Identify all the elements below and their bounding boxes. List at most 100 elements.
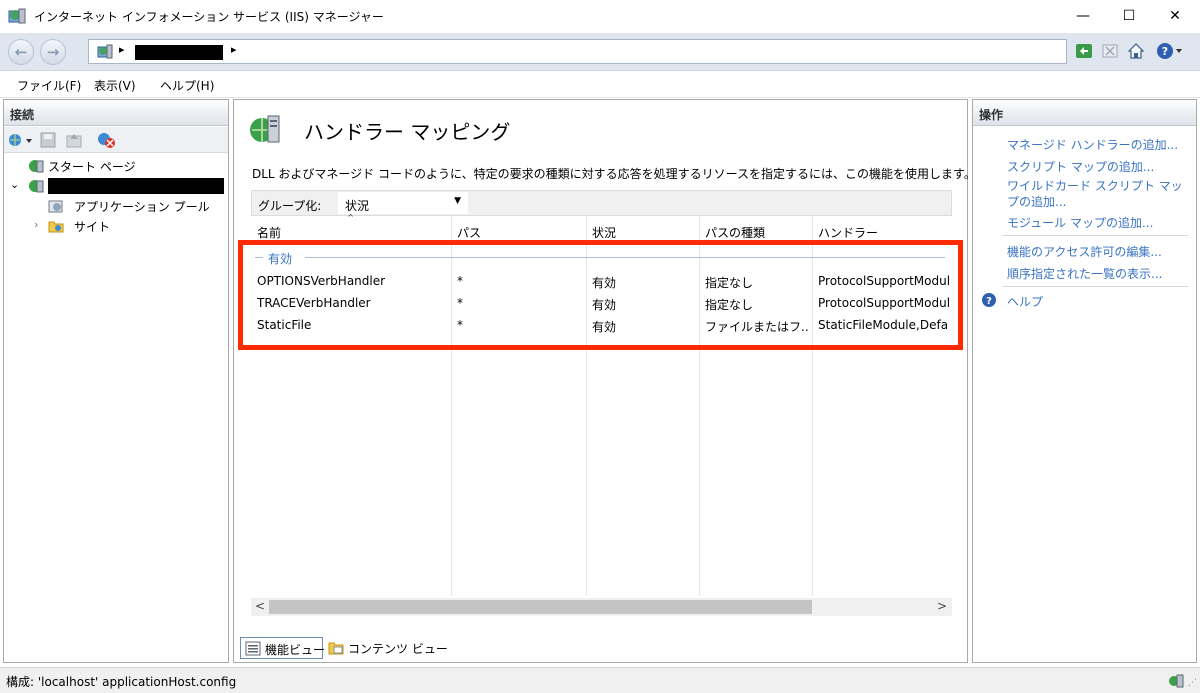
handler-mappings-icon (250, 115, 280, 143)
cell-handler: StaticFileModule,DefaultDocumentModule (818, 318, 949, 332)
column-header-handler[interactable]: ハンドラー (812, 216, 952, 244)
up-level-icon[interactable] (66, 132, 82, 148)
column-header-path[interactable]: パス (451, 216, 586, 244)
group-by-bar: グループ化: 状況 ▼ (251, 190, 952, 216)
maximize-button[interactable]: ☐ (1106, 0, 1152, 32)
chevron-right-icon[interactable]: › (34, 218, 38, 231)
feature-pane: ハンドラー マッピング DLL およびマネージド コードのように、特定の要求の種… (233, 99, 976, 663)
tab-label: コンテンツ ビュー (348, 642, 448, 656)
iis-manager-icon (8, 8, 26, 24)
minimize-button[interactable]: — (1060, 0, 1106, 32)
tree-item-label: スタート ページ (48, 160, 136, 174)
window-title: インターネット インフォメーション サービス (IIS) マネージャー (34, 10, 384, 24)
divider (1003, 235, 1188, 236)
refresh-icon[interactable] (1074, 41, 1094, 61)
connect-globe-icon[interactable] (7, 132, 35, 148)
table-row[interactable]: TRACEVerbHandler * 有効 指定なし ProtocolSuppo… (251, 293, 952, 315)
cell-path-type: 指定なし (705, 298, 754, 312)
cell-path-type: ファイルまたはフ... (705, 320, 808, 334)
cell-name: TRACEVerbHandler (257, 296, 371, 310)
cell-path: * (457, 318, 463, 332)
feature-description: DLL およびマネージド コードのように、特定の要求の種類に対する応答を処理する… (252, 167, 976, 181)
action-add-script-map[interactable]: スクリプト マップの追加... (1007, 158, 1154, 175)
table-row[interactable]: OPTIONSVerbHandler * 有効 指定なし ProtocolSup… (251, 271, 952, 293)
close-button[interactable]: ✕ (1152, 0, 1198, 32)
status-bar: 構成: 'localhost' applicationHost.config ⋰ (0, 667, 1200, 693)
disconnect-icon[interactable] (96, 131, 118, 149)
cell-path-type: 指定なし (705, 276, 754, 290)
action-add-wildcard-script-map[interactable]: ワイルドカード スクリプト マップの追加... (1007, 178, 1192, 210)
connections-toolbar (4, 127, 228, 153)
title-bar: インターネット インフォメーション サービス (IIS) マネージャー — ☐ … (0, 0, 1200, 33)
redacted-server-name (48, 178, 224, 194)
address-breadcrumb[interactable]: ▸ ▸ (88, 39, 1067, 64)
cell-handler: ProtocolSupportModule (818, 296, 949, 310)
action-edit-feature-permissions[interactable]: 機能のアクセス許可の編集... (1007, 243, 1162, 260)
action-add-module-mapping[interactable]: モジュール マップの追加... (1007, 214, 1153, 231)
cell-name: StaticFile (257, 318, 312, 332)
sort-ascending-icon: ⌃ (346, 212, 356, 225)
menu-file[interactable]: ファイル(F) (17, 77, 81, 94)
column-header-path-type[interactable]: パスの種類 (699, 216, 812, 244)
server-status-icon (1169, 674, 1184, 688)
chevron-down-icon[interactable]: ⌄ (10, 178, 19, 191)
cell-path: * (457, 274, 463, 288)
iis-manager-icon (97, 44, 113, 59)
help-dropdown-icon[interactable]: ? (1156, 41, 1184, 61)
scrollbar-thumb[interactable] (269, 600, 812, 614)
handler-mappings-grid: 名前 ⌃ パス 状況 パスの種類 ハンドラー 有効 OPTIONSVerbHan… (251, 212, 952, 626)
cell-handler: ProtocolSupportModule (818, 274, 949, 288)
cell-path: * (457, 296, 463, 310)
breadcrumb-arrow-icon[interactable]: ▸ (119, 43, 125, 56)
breadcrumb-arrow-icon[interactable]: ▸ (231, 43, 237, 56)
help-icon[interactable]: ? (981, 292, 997, 308)
menu-bar: ファイル(F) 表示(V) ヘルプ(H) (0, 72, 1200, 98)
content-view-icon (328, 642, 344, 655)
address-bar: ← → ▸ ▸ ? (0, 33, 1200, 71)
tree-item-label: サイト (74, 220, 111, 234)
actions-pane: 操作 マネージド ハンドラーの追加... スクリプト マップの追加... ワイル… (972, 99, 1197, 663)
tab-label: 機能ビュー (265, 643, 326, 657)
cell-state: 有効 (592, 320, 617, 334)
status-text: 構成: 'localhost' applicationHost.config (6, 675, 237, 689)
group-header-label: 有効 (265, 250, 296, 267)
group-by-select[interactable]: 状況 ▼ (338, 192, 468, 214)
cell-name: OPTIONSVerbHandler (257, 274, 386, 288)
connections-header: 接続 (4, 100, 228, 126)
cell-state: 有効 (592, 276, 617, 290)
svg-text:?: ? (1162, 45, 1168, 58)
home-icon[interactable] (1126, 41, 1146, 61)
back-arrow-icon[interactable]: ← (8, 39, 34, 65)
group-header-enabled: 有効 (255, 250, 945, 267)
dropdown-arrow-icon: ▼ (454, 196, 461, 206)
action-help[interactable]: ヘルプ (1007, 293, 1043, 310)
tab-content-view[interactable]: コンテンツ ビュー (324, 637, 448, 659)
menu-help[interactable]: ヘルプ(H) (160, 77, 214, 94)
tab-features-view[interactable]: 機能ビュー (240, 637, 326, 659)
horizontal-scrollbar[interactable]: < > (251, 598, 952, 616)
tree-item-label: アプリケーション プール (74, 200, 210, 214)
stop-icon[interactable] (1100, 41, 1120, 61)
menu-view[interactable]: 表示(V) (94, 77, 136, 94)
table-row[interactable]: StaticFile * 有効 ファイルまたはフ... StaticFileMo… (251, 315, 952, 337)
sites-folder-icon (48, 221, 64, 233)
scroll-right-icon[interactable]: > (937, 599, 947, 613)
action-add-managed-handler[interactable]: マネージド ハンドラーの追加... (1007, 136, 1178, 153)
features-view-icon (245, 641, 261, 656)
server-icon (29, 180, 44, 193)
start-page-icon (29, 160, 44, 173)
scroll-left-icon[interactable]: < (255, 599, 265, 613)
save-icon[interactable] (40, 132, 56, 148)
redacted-server-name (135, 45, 223, 60)
action-view-ordered-list[interactable]: 順序指定された一覧の表示... (1007, 265, 1162, 282)
page-title: ハンドラー マッピング (304, 120, 511, 144)
forward-arrow-icon[interactable]: → (40, 39, 66, 65)
app-pool-icon (48, 200, 63, 213)
actions-header: 操作 (973, 100, 1196, 126)
connections-pane: 接続 スタート ページ ⌄ アプリケーション プール › サイト (3, 99, 229, 663)
divider (1003, 286, 1188, 287)
group-by-label: グループ化: (258, 199, 322, 213)
resize-grip-icon[interactable]: ⋰ (1188, 678, 1197, 688)
svg-text:?: ? (986, 296, 992, 307)
column-header-state[interactable]: 状況 (586, 216, 699, 244)
